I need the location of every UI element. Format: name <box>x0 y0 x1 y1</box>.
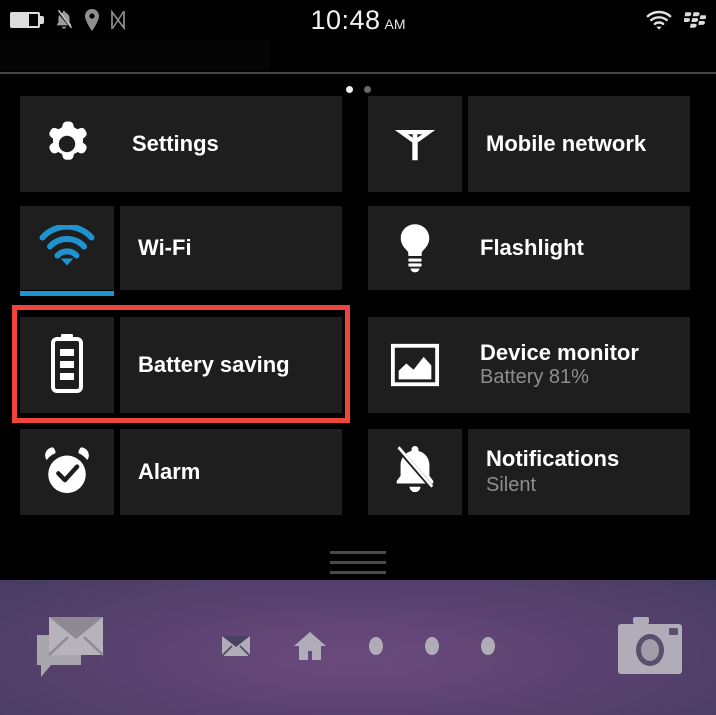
bell-muted-icon <box>390 443 440 502</box>
drag-handle-bar-2 <box>330 561 386 564</box>
quick-settings-grid: Settings Wi-Fi Battery saving Alarm Mobi… <box>0 96 716 536</box>
dock-center-items <box>0 580 716 715</box>
tile-flashlight[interactable]: Flashlight <box>368 206 716 290</box>
antenna-icon <box>390 117 440 172</box>
tile-battery-saving[interactable]: Battery saving <box>20 317 368 413</box>
wifi-icon <box>646 10 672 30</box>
tile-battery-saving-toggle[interactable] <box>20 317 114 413</box>
tile-alarm[interactable]: Alarm <box>20 429 368 515</box>
location-pin-icon <box>84 9 100 31</box>
wifi-icon <box>39 223 95 272</box>
tile-wifi-label: Wi-Fi <box>138 234 192 260</box>
tile-flashlight-label: Flashlight <box>480 234 584 260</box>
gear-icon <box>20 118 114 170</box>
tile-notifications-label-area[interactable]: Notifications Silent <box>468 429 690 515</box>
page-dot-1[interactable] <box>345 85 353 93</box>
tile-device-monitor[interactable]: Device monitor Battery 81% <box>368 317 716 413</box>
lightbulb-icon <box>368 222 462 274</box>
tile-alarm-label: Alarm <box>138 458 201 484</box>
status-bar-right-icons <box>646 0 707 40</box>
camera-icon[interactable] <box>617 616 683 676</box>
drag-handle-bar-3 <box>330 571 386 574</box>
page-dot-2[interactable] <box>363 85 371 93</box>
tile-notifications-label: Notifications <box>486 446 620 472</box>
email-icon[interactable] <box>221 634 251 658</box>
tile-alarm-label-area[interactable]: Alarm <box>120 429 342 515</box>
device-screen: 10:48 AM Settings Wi-Fi Battery saving A… <box>0 0 716 715</box>
drag-handle-bar-1 <box>330 551 386 554</box>
tile-wifi-toggle[interactable] <box>20 206 114 296</box>
status-bar-left-icons <box>10 0 126 40</box>
tile-alarm-toggle[interactable] <box>20 429 114 515</box>
tile-settings[interactable]: Settings <box>20 96 368 192</box>
chart-frame-icon <box>368 340 462 390</box>
tile-mobile-network-label: Mobile network <box>486 130 647 156</box>
page-indicator[interactable] <box>0 82 716 96</box>
drag-handle[interactable] <box>0 545 716 580</box>
panel-top-gap <box>0 40 716 72</box>
panel-divider <box>0 72 716 74</box>
clock-ampm: AM <box>384 16 406 32</box>
app-dot-1[interactable] <box>369 636 383 655</box>
app-dot-3[interactable] <box>481 636 495 655</box>
tile-flashlight-text: Flashlight <box>462 234 584 261</box>
clock-time: 10:48 <box>310 5 381 35</box>
tile-mobile-network-toggle[interactable] <box>368 96 462 192</box>
tile-column-left: Settings Wi-Fi Battery saving Alarm <box>20 96 368 536</box>
tile-battery-saving-label-area[interactable]: Battery saving <box>120 317 342 413</box>
home-icon[interactable] <box>293 631 327 661</box>
tile-wifi[interactable]: Wi-Fi <box>20 206 368 296</box>
battery-icon <box>49 333 85 398</box>
tile-battery-saving-label: Battery saving <box>138 351 290 377</box>
alarm-clock-icon <box>40 444 94 501</box>
status-bar: 10:48 AM <box>0 0 716 40</box>
battery-icon <box>10 12 44 28</box>
nfc-icon <box>110 9 126 31</box>
tile-device-monitor-text: Device monitor Battery 81% <box>462 340 690 389</box>
tile-notifications-toggle[interactable] <box>368 429 462 515</box>
tile-mobile-network[interactable]: Mobile network <box>368 96 716 192</box>
home-dock <box>0 580 716 715</box>
app-dot-2[interactable] <box>425 636 439 655</box>
tile-notifications-sublabel: Silent <box>486 473 537 496</box>
tile-settings-text: Settings <box>114 130 219 157</box>
tile-wifi-active-indicator <box>20 291 114 296</box>
tile-settings-label: Settings <box>132 130 219 156</box>
bell-muted-icon <box>54 9 74 31</box>
tile-wifi-label-area[interactable]: Wi-Fi <box>120 206 342 290</box>
blackberry-logo-icon <box>683 11 707 29</box>
tile-notifications[interactable]: Notifications Silent <box>368 429 716 515</box>
tile-device-monitor-sublabel: Battery 81% <box>480 365 589 388</box>
tile-mobile-network-label-area[interactable]: Mobile network <box>468 96 690 192</box>
tile-device-monitor-label: Device monitor <box>480 340 639 366</box>
tile-column-right: Mobile network Flashlight Device monitor… <box>368 96 716 536</box>
